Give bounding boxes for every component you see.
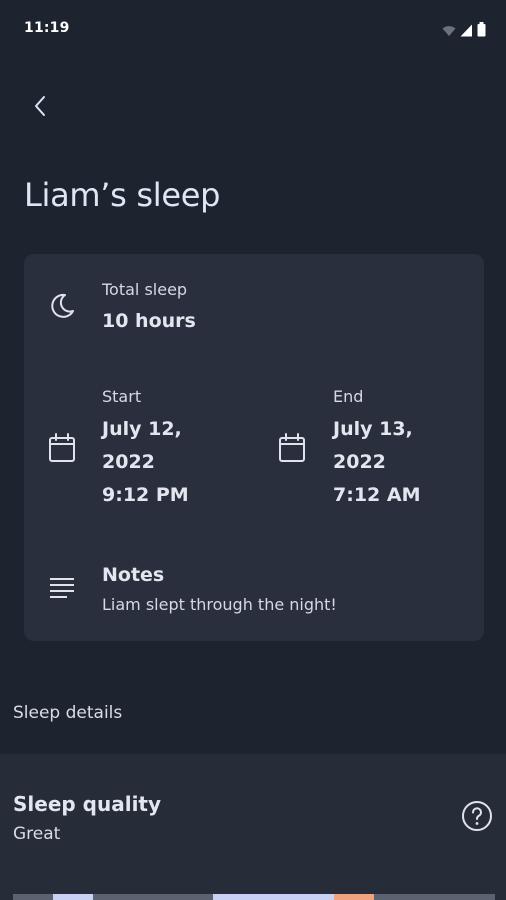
end-date-line2: 2022 — [333, 451, 386, 473]
total-sleep-label: Total sleep — [102, 280, 188, 299]
status-icons — [442, 22, 486, 41]
sleep-details-heading: Sleep details — [13, 703, 123, 723]
quality-bar-segment — [334, 894, 374, 900]
help-button[interactable] — [461, 800, 493, 836]
quality-bar-segment — [374, 894, 495, 900]
quality-bar-segment — [13, 894, 53, 900]
sleep-summary-card: Total sleep 10 hours Start July 12, 2022… — [24, 254, 484, 641]
start-calendar-icon — [44, 430, 80, 466]
status-bar: 11:19 — [0, 0, 506, 60]
start-date-line1: July 12, — [102, 418, 182, 440]
notes-text: Liam slept through the night! — [102, 595, 337, 614]
help-circle-icon — [461, 800, 493, 836]
quality-bar-segment — [213, 894, 334, 900]
sleep-quality-panel: Sleep quality Great — [0, 754, 506, 900]
total-sleep-value: 10 hours — [102, 310, 196, 332]
notes-lines-icon — [44, 570, 80, 606]
quality-bar-segment — [53, 894, 93, 900]
end-label: End — [333, 387, 364, 406]
start-label: Start — [102, 387, 142, 406]
end-date-line1: July 13, — [333, 418, 413, 440]
start-time: 9:12 PM — [102, 484, 189, 506]
end-time: 7:12 AM — [333, 484, 421, 506]
status-time: 11:19 — [24, 20, 70, 36]
sleep-quality-bar — [13, 894, 495, 900]
page-title: Liam’s sleep — [24, 176, 221, 214]
end-calendar-icon — [274, 430, 310, 466]
signal-icon — [460, 22, 473, 41]
back-button[interactable] — [24, 90, 56, 126]
sleep-quality-value: Great — [13, 824, 61, 844]
wifi-icon — [442, 22, 456, 41]
quality-bar-segment — [93, 894, 213, 900]
chevron-left-icon — [33, 95, 47, 121]
notes-label: Notes — [102, 564, 165, 586]
start-date-line2: 2022 — [102, 451, 155, 473]
moon-icon — [44, 288, 80, 324]
battery-icon — [477, 22, 486, 41]
sleep-quality-title: Sleep quality — [13, 792, 162, 816]
